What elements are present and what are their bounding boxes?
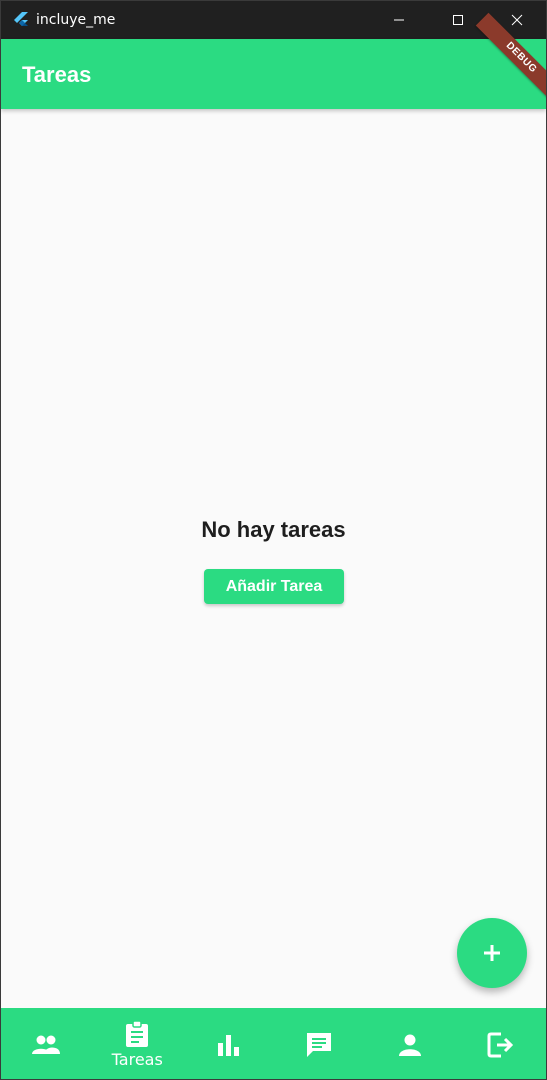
nav-item-label: Tareas <box>111 1050 163 1069</box>
bar-chart-icon <box>218 1034 240 1056</box>
bottom-navigation: Tareas <box>1 1008 546 1079</box>
nav-item-stats[interactable] <box>183 1008 274 1079</box>
add-fab-button[interactable] <box>457 918 527 988</box>
maximize-button[interactable] <box>428 1 487 39</box>
nav-item-chat[interactable] <box>273 1008 364 1079</box>
nav-item-logout[interactable] <box>455 1008 546 1079</box>
window-titlebar[interactable]: incluye_me <box>1 1 546 39</box>
window-title: incluye_me <box>36 12 116 28</box>
window-controls <box>369 1 546 39</box>
assignment-icon <box>126 1020 149 1047</box>
empty-state-message: No hay tareas <box>201 517 346 542</box>
nav-item-tareas[interactable]: Tareas <box>92 1008 183 1079</box>
logout-icon <box>487 1032 513 1057</box>
plus-icon <box>484 945 500 961</box>
app-bar: Tareas DEBUG <box>1 12 546 109</box>
page-title: Tareas <box>22 62 92 87</box>
main-content: No hay tareas Añadir Tarea <box>1 109 546 1008</box>
flutter-logo-icon <box>14 12 28 26</box>
chat-icon <box>306 1032 331 1057</box>
app-window: incluye_me Tareas DEBUG No hay tareas Añ… <box>0 0 547 1080</box>
close-icon <box>511 14 522 26</box>
nav-item-users[interactable] <box>1 1008 92 1079</box>
nav-item-profile[interactable] <box>364 1008 455 1079</box>
minimize-icon <box>393 19 404 21</box>
person-icon <box>398 1034 421 1056</box>
people-icon <box>32 1035 61 1054</box>
add-task-button[interactable]: Añadir Tarea <box>204 569 344 604</box>
maximize-icon <box>452 15 463 25</box>
minimize-button[interactable] <box>369 1 428 39</box>
